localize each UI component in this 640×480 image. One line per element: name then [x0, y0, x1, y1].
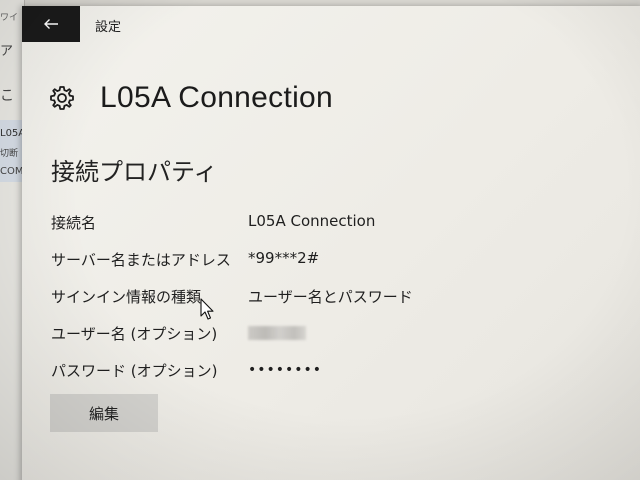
property-label: 接続名: [51, 214, 97, 232]
screen: ワイ ア こ L05A 切断 COM 設定 L05A Connection 接続…: [0, 0, 640, 480]
background-text-fragment: ア: [0, 44, 14, 59]
property-label: ユーザー名 (オプション): [51, 325, 218, 343]
property-label: パスワード (オプション): [51, 362, 218, 380]
back-button[interactable]: [22, 6, 80, 42]
background-text-fragment: COM: [0, 166, 24, 177]
property-label: サーバー名またはアドレス: [51, 251, 231, 269]
property-value: *99***2#: [248, 249, 320, 267]
property-label: サインイン情報の種類: [51, 288, 202, 306]
background-text-fragment: ワイ: [0, 13, 19, 23]
property-row-password: パスワード (オプション) ••••••••: [51, 360, 611, 384]
settings-window: 設定 L05A Connection 接続プロパティ 接続名 L05A Conn…: [22, 6, 640, 480]
property-value: ユーザー名とパスワード: [248, 288, 413, 306]
edit-button[interactable]: 編集: [50, 394, 158, 432]
gear-icon: [50, 86, 74, 110]
title-bar: 設定: [22, 6, 640, 42]
page-header: L05A Connection: [48, 76, 333, 120]
property-row-connection-name: 接続名 L05A Connection: [51, 212, 611, 236]
property-row-sign-in-type: サインイン情報の種類 ユーザー名とパスワード: [51, 286, 611, 310]
background-text-fragment: 切断: [0, 149, 19, 159]
property-row-username: ユーザー名 (オプション): [51, 323, 611, 347]
section-title: 接続プロパティ: [51, 158, 218, 186]
property-row-server-address: サーバー名またはアドレス *99***2#: [51, 249, 611, 273]
redacted-username-value: [248, 326, 306, 340]
window-title: 設定: [95, 20, 122, 35]
property-value: L05A Connection: [248, 212, 376, 230]
page-title: L05A Connection: [100, 81, 334, 114]
arrow-left-icon: [44, 19, 58, 29]
password-masked-value: ••••••••: [248, 362, 323, 378]
background-text-fragment: こ: [0, 88, 14, 104]
